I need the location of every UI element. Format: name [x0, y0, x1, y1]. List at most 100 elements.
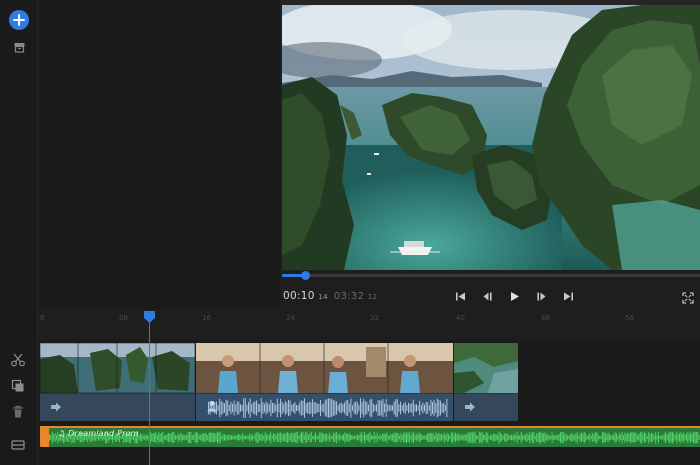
- waveform-bar: [313, 435, 315, 440]
- waveform-bar: [186, 434, 188, 441]
- waveform-bar: [653, 435, 655, 440]
- clip-audio-people[interactable]: [196, 393, 453, 421]
- clip-audio-coast[interactable]: [454, 393, 518, 421]
- delete-button[interactable]: [10, 404, 26, 420]
- waveform-bar: [312, 435, 314, 440]
- track-settings-button[interactable]: [10, 437, 26, 453]
- waveform-bar: [404, 433, 406, 442]
- waveform-bar: [312, 399, 313, 417]
- split-button[interactable]: [10, 352, 26, 368]
- video-preview[interactable]: [282, 5, 700, 270]
- playhead[interactable]: [149, 320, 150, 465]
- waveform-bar: [533, 432, 535, 443]
- waveform-bar: [395, 399, 397, 417]
- video-clip-coast[interactable]: [454, 343, 518, 393]
- waveform-bar: [411, 432, 413, 443]
- media-library-button[interactable]: [9, 37, 29, 57]
- ruler-tick: 0: [40, 314, 45, 322]
- waveform-bar: [253, 435, 255, 440]
- timeline-ruler[interactable]: 0 08 16 24 32 40 48 56: [38, 310, 700, 340]
- waveform-bar: [420, 404, 422, 412]
- ruler-tick: 40: [456, 314, 465, 322]
- clip-audio-lagoon[interactable]: [40, 393, 195, 421]
- fullscreen-button[interactable]: [681, 290, 695, 304]
- skip-to-start-button[interactable]: [453, 289, 467, 303]
- waveform-bar: [581, 432, 582, 443]
- waveform-bar: [425, 401, 427, 415]
- waveform-bar: [565, 433, 567, 442]
- waveform-bar: [540, 432, 542, 443]
- waveform-bar: [177, 433, 179, 442]
- waveform-bar: [414, 434, 416, 441]
- waveform-bar: [436, 398, 438, 418]
- waveform-bar: [140, 433, 141, 442]
- waveform-bar: [418, 432, 420, 443]
- duplicate-button[interactable]: [10, 378, 26, 394]
- waveform-bar: [204, 432, 206, 443]
- waveform-bar: [158, 432, 160, 443]
- play-button[interactable]: [507, 289, 521, 303]
- waveform-bar: [478, 431, 480, 444]
- waveform-bar: [494, 433, 496, 442]
- waveform-bar: [453, 434, 455, 441]
- waveform-bar: [340, 435, 342, 440]
- preview-scrubber[interactable]: [282, 271, 700, 280]
- current-frame-value: 14: [318, 293, 328, 301]
- next-frame-button[interactable]: [534, 289, 548, 303]
- waveform-bar: [419, 400, 421, 416]
- waveform-bar: [377, 400, 379, 416]
- audio-detach-icon: [51, 402, 61, 412]
- total-frame-value: 12: [367, 293, 378, 301]
- waveform-bar: [232, 435, 234, 440]
- waveform-bar: [621, 431, 623, 444]
- waveform-bar: [408, 402, 409, 414]
- waveform-bar: [387, 404, 389, 412]
- waveform-bar: [403, 403, 405, 413]
- waveform-bar: [679, 433, 680, 442]
- waveform-bar: [481, 431, 483, 444]
- waveform-bar: [340, 402, 342, 414]
- waveform-bar: [576, 432, 578, 443]
- waveform-bar: [144, 435, 146, 440]
- waveform-bar: [439, 434, 441, 441]
- video-audio-track[interactable]: [40, 393, 518, 421]
- waveform-bar: [550, 435, 552, 440]
- waveform-bar: [193, 434, 195, 441]
- waveform-bar: [529, 431, 531, 444]
- music-trim-handle[interactable]: [40, 426, 49, 447]
- preview-frame-image: [282, 5, 700, 270]
- add-media-button[interactable]: [9, 10, 29, 30]
- waveform-bar: [564, 434, 566, 441]
- waveform-bar: [681, 433, 683, 442]
- music-note-icon: ♫: [58, 429, 66, 438]
- previous-frame-button[interactable]: [480, 289, 494, 303]
- waveform-bar: [302, 431, 304, 444]
- waveform-bar: [505, 433, 507, 442]
- music-clip[interactable]: ♫ Dreamland Prom: [40, 426, 700, 447]
- waveform-bar: [169, 433, 171, 442]
- video-track[interactable]: [40, 343, 518, 393]
- waveform-bar: [604, 432, 606, 443]
- track-settings-icon: [11, 440, 25, 450]
- waveform-bar: [378, 435, 379, 440]
- waveform-bar: [403, 432, 405, 443]
- waveform-bar: [504, 433, 505, 442]
- waveform-bar: [225, 434, 227, 441]
- scrubber-handle[interactable]: [301, 271, 311, 280]
- waveform-bar: [315, 432, 316, 443]
- waveform-bar: [347, 399, 349, 417]
- waveform-bar: [256, 432, 258, 443]
- skip-to-end-button[interactable]: [561, 289, 575, 303]
- waveform-bar: [429, 432, 431, 443]
- video-clip-people[interactable]: [196, 343, 453, 393]
- waveform-bar: [302, 400, 304, 416]
- waveform-bar: [487, 432, 489, 443]
- waveform-bar: [630, 432, 631, 443]
- timeline-panel[interactable]: 0 08 16 24 32 40 48 56 ♫ Dreamland Prom: [38, 310, 700, 465]
- waveform-bar: [502, 435, 504, 440]
- waveform-bar: [296, 404, 297, 412]
- waveform-bar: [388, 405, 390, 411]
- video-clip-lagoon[interactable]: [40, 343, 195, 393]
- ruler-tick: 32: [370, 314, 379, 322]
- waveform-bar: [449, 435, 451, 440]
